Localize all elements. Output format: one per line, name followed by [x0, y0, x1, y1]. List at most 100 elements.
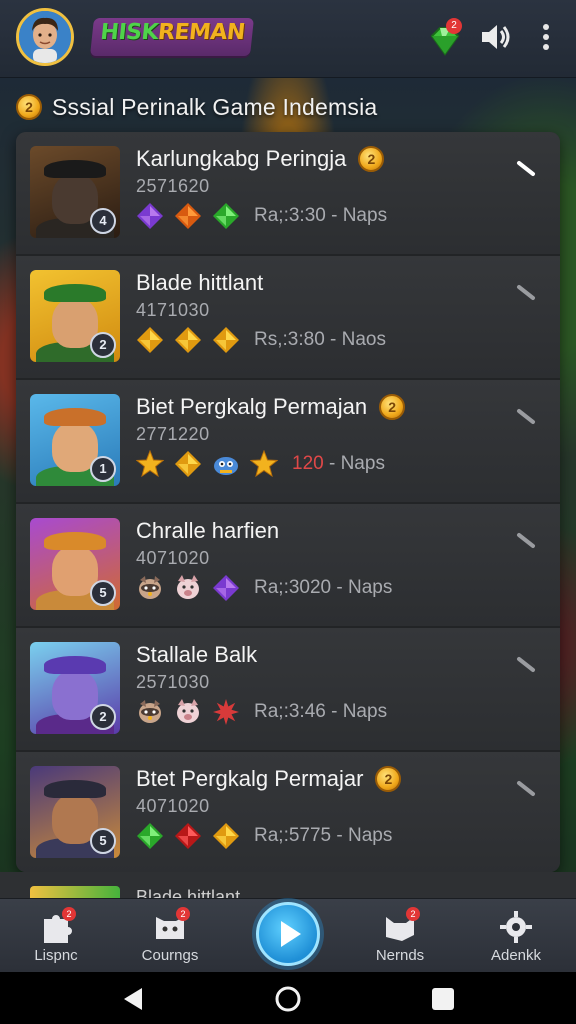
game-list-item[interactable]: 5 Chralle harfien 4071020 Ra;:3020 - Nap… — [16, 504, 560, 628]
game-name-line: Blade hittlant — [136, 270, 263, 296]
star-puzzle-icon: 2 — [36, 907, 76, 945]
star-gold-icon — [250, 450, 278, 478]
nav-item-courngs[interactable]: 2 Courngs — [120, 905, 220, 969]
dot — [543, 34, 549, 40]
notification-badge: 2 — [176, 907, 190, 921]
reward-row: Ra;:5775 - Naps — [136, 822, 392, 850]
gem-gold-icon — [213, 823, 239, 849]
game-name: Stallale Balk — [136, 642, 258, 667]
pet-face-icon: 2 — [150, 907, 190, 945]
reward-row: 120 - Naps — [136, 450, 385, 478]
speaker-icon — [482, 25, 510, 49]
game-id: 2571620 — [136, 176, 210, 196]
character-hat — [44, 656, 106, 674]
game-name-line: Stallale Balk — [136, 642, 257, 668]
meta-text: Ra;:5775 - Naps — [254, 825, 393, 846]
coin-icon: 2 — [16, 94, 42, 120]
player-avatar[interactable] — [16, 8, 74, 66]
system-navigation-bar — [0, 972, 576, 1024]
game-meta: Ra;:3:30 - Naps — [254, 205, 387, 227]
game-list-item[interactable]: 4 Karlungkabg Peringja 2 2571620 Ra;:3:3… — [16, 132, 560, 256]
game-meta: Ra;:5775 - Naps — [254, 825, 392, 847]
section-header: 2 Sssial Perinalk Game Indemsia — [16, 90, 576, 124]
pet-blue-icon — [214, 457, 238, 475]
play-icon — [281, 921, 301, 947]
character-hat — [44, 408, 106, 426]
game-thumbnail: 4 — [30, 146, 120, 238]
pet-raccoon-icon — [139, 700, 161, 723]
gem-red-icon — [175, 823, 201, 849]
play-button[interactable] — [256, 902, 320, 966]
nav-item-nernds[interactable]: 2 Nernds — [350, 905, 450, 969]
edit-icon[interactable] — [516, 780, 538, 798]
gem-shop-button[interactable]: 2 — [424, 18, 464, 60]
game-meta: 120 - Naps — [292, 453, 385, 475]
meta-highlight: 120 — [292, 453, 324, 474]
back-icon[interactable] — [120, 986, 146, 1012]
gem-notification-badge: 2 — [446, 18, 462, 34]
game-id: 4071020 — [136, 548, 210, 568]
gem-gold-icon — [175, 451, 201, 477]
edit-icon[interactable] — [516, 160, 538, 178]
reward-row: Ra;:3020 - Naps — [136, 574, 392, 602]
game-thumbnail: 5 — [30, 518, 120, 610]
more-options-button[interactable] — [536, 20, 556, 56]
gem-gold-icon — [137, 327, 163, 353]
coin-icon: 2 — [379, 394, 406, 420]
game-thumbnail: 2 — [30, 270, 120, 362]
coin-icon: 2 — [375, 766, 402, 792]
level-badge: 2 — [90, 332, 116, 358]
game-name: Chralle harfien — [136, 518, 280, 543]
game-logo: HISKREMAN — [90, 18, 255, 56]
gear-puzzle-icon — [496, 909, 536, 945]
star-gold-icon — [136, 450, 164, 478]
reward-row: Ra;:3:46 - Naps — [136, 698, 387, 726]
nav-item-adenkk[interactable]: Adenkk — [466, 905, 566, 969]
nav-label: Adenkk — [490, 947, 542, 964]
logo-part-2: REMAN — [156, 20, 247, 45]
home-icon[interactable] — [275, 986, 301, 1012]
game-name-line: Btet Pergkalg Permajar 2 — [136, 766, 402, 792]
game-thumbnail: 1 — [30, 394, 120, 486]
nav-item-lispnc[interactable]: 2 Lispnc — [6, 905, 106, 969]
meta-text: Ra;:3:46 - Naps — [254, 701, 388, 722]
game-list-item[interactable]: 2 Blade hittlant 4171030 Rs,:3:80 - Naos — [16, 256, 560, 380]
reward-row: Ra;:3:30 - Naps — [136, 202, 387, 230]
game-list-item[interactable]: 1 Biet Pergkalg Permajan 2 2771220 120 -… — [16, 380, 560, 504]
game-meta: Ra;:3020 - Naps — [254, 577, 392, 599]
nav-label: Nernds — [375, 947, 425, 964]
meta-text: Ra;:3:30 - Naps — [254, 205, 388, 226]
edit-icon[interactable] — [516, 284, 538, 302]
game-name-line: Biet Pergkalg Permajan 2 — [136, 394, 406, 420]
recents-icon[interactable] — [430, 986, 456, 1012]
pet-pig-icon — [177, 575, 199, 599]
dot — [543, 24, 549, 30]
edit-icon[interactable] — [516, 532, 538, 550]
meta-text: Ra;:3020 - Naps — [254, 577, 393, 598]
gem-gold-icon — [175, 327, 201, 353]
game-name-line: Chralle harfien — [136, 518, 279, 544]
gem-orange-icon — [175, 203, 201, 229]
top-bar: HISKREMAN 2 — [0, 0, 576, 78]
edit-icon[interactable] — [516, 408, 538, 426]
burst-red-icon — [213, 699, 239, 725]
edit-icon[interactable] — [516, 656, 538, 674]
sound-toggle-button[interactable] — [478, 20, 512, 54]
game-list-item[interactable]: 5 Btet Pergkalg Permajar 2 4071020 Ra;:5… — [16, 752, 560, 872]
gem-green-icon — [213, 203, 239, 229]
nav-label: Lispnc — [34, 947, 78, 964]
game-id: 4071020 — [136, 796, 210, 816]
game-screen: HISKREMAN 2 2 Sssial Perinalk Game Indem… — [0, 0, 576, 1024]
level-badge: 4 — [90, 208, 116, 234]
gem-gold-icon — [213, 327, 239, 353]
notification-badge: 2 — [406, 907, 420, 921]
level-badge: 2 — [90, 704, 116, 730]
game-thumbnail: 5 — [30, 766, 120, 858]
game-name-line: Karlungkabg Peringja 2 — [136, 146, 385, 172]
game-list-item[interactable]: 2 Stallale Balk 2571030 Ra;:3:46 - Naps — [16, 628, 560, 752]
cat-puzzle-icon: 2 — [380, 907, 420, 945]
game-name: Biet Pergkalg Permajan — [136, 394, 368, 419]
level-badge: 5 — [90, 580, 116, 606]
gem-purple-icon — [137, 203, 163, 229]
meta-text: - Naps — [323, 453, 385, 474]
